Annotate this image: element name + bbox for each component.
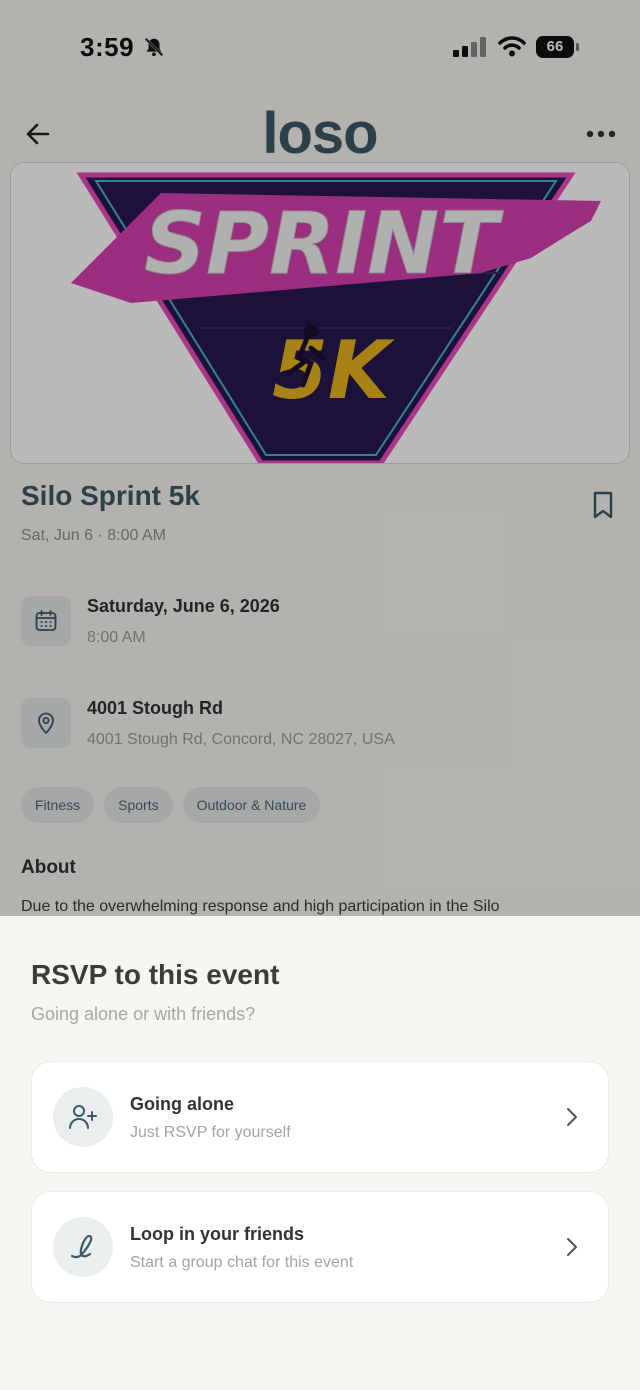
going-alone-title: Going alone <box>130 1094 235 1114</box>
chevron-right-icon <box>567 1238 577 1256</box>
going-alone-option[interactable]: Going alone Just RSVP for yourself <box>31 1061 609 1173</box>
sheet-title: RSVP to this event <box>31 959 280 990</box>
going-alone-subtitle: Just RSVP for yourself <box>130 1124 291 1141</box>
user-plus-icon <box>69 1105 97 1129</box>
loop-friends-icon-circle <box>53 1217 113 1277</box>
loop-icon <box>70 1234 93 1259</box>
chevron-right-icon <box>567 1108 577 1126</box>
sheet-subtitle: Going alone or with friends? <box>31 1004 256 1024</box>
modal-backdrop[interactable] <box>0 0 640 916</box>
loop-friends-option[interactable]: Loop in your friends Start a group chat … <box>31 1191 609 1303</box>
going-alone-icon-circle <box>53 1087 113 1147</box>
loop-friends-subtitle: Start a group chat for this event <box>130 1254 354 1271</box>
rsvp-sheet: RSVP to this event Going alone or with f… <box>0 916 640 1390</box>
loop-friends-title: Loop in your friends <box>130 1224 304 1244</box>
event-page: 3:59 66 loso SPRINT 5K Silo Sprint 5k Sa… <box>0 0 640 1390</box>
